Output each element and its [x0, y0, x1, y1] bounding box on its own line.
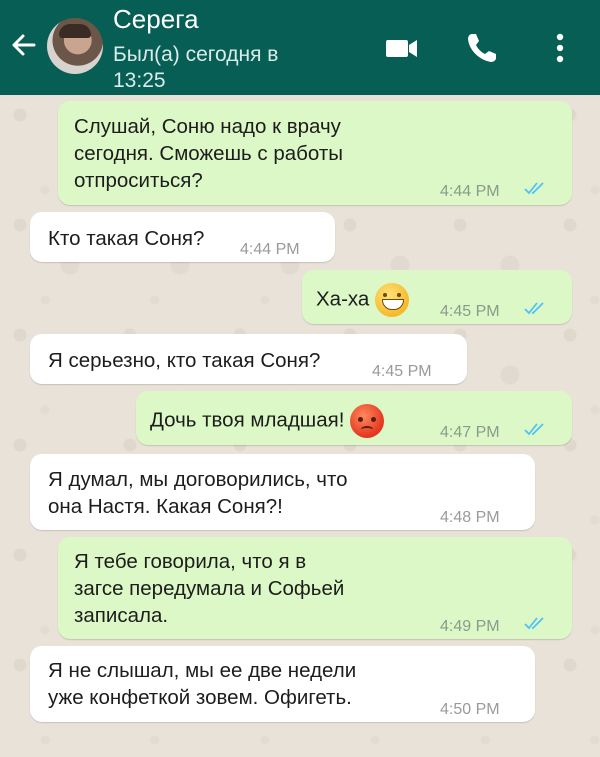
chat-header: Серега Был(а) сегодня в 13:25 [0, 0, 600, 95]
message-text: Слушай, Соню надо к врачу сегодня. Сможе… [74, 115, 343, 192]
message-time: 4:50 PM [440, 701, 500, 718]
phone-icon[interactable] [462, 28, 502, 68]
message-time: 4:49 PM [440, 618, 500, 635]
message-time: 4:44 PM [240, 241, 300, 258]
more-vert-icon[interactable] [540, 28, 580, 68]
message-text-content: Дочь твоя младшая! [150, 408, 345, 432]
message-bubble-outgoing[interactable]: Я тебе говорила, что я в загсе передумал… [58, 537, 572, 639]
avatar[interactable] [47, 18, 103, 74]
message-bubble-outgoing[interactable]: Слушай, Соню надо к врачу сегодня. Сможе… [58, 101, 572, 205]
video-call-icon[interactable] [382, 28, 422, 68]
message-text: Кто такая Соня? [48, 227, 205, 250]
message-time: 4:48 PM [440, 509, 500, 526]
message-text-content: Ха-ха [316, 287, 370, 311]
read-ticks-icon [524, 302, 544, 315]
message-time: 4:45 PM [440, 303, 500, 320]
message-bubble-incoming[interactable]: Я не слышал, мы ее две недели уже конфет… [30, 646, 535, 722]
message-text: Я серьезно, кто такая Соня? [48, 349, 321, 372]
message-text: Я тебе говорила, что я в загсе передумал… [74, 550, 345, 627]
message-bubble-incoming[interactable]: Я думал, мы договорились, что она Настя.… [30, 454, 535, 530]
message-time: 4:45 PM [372, 363, 432, 380]
message-time: 4:44 PM [440, 183, 500, 200]
contact-name[interactable]: Серега [113, 4, 199, 35]
message-text: Дочь твоя младшая! [150, 404, 385, 438]
back-arrow-icon[interactable] [6, 27, 42, 63]
message-bubble-incoming[interactable]: Кто такая Соня? 4:44 PM [30, 212, 335, 262]
message-text: Я думал, мы договорились, что она Настя.… [48, 468, 348, 518]
message-text: Ха-ха [316, 283, 410, 317]
message-bubble-outgoing[interactable]: Дочь твоя младшая! 4:47 PM [136, 391, 572, 445]
message-text: Я не слышал, мы ее две недели уже конфет… [48, 659, 357, 709]
angry-face-emoji-icon [350, 404, 385, 438]
message-bubble-incoming[interactable]: Я серьезно, кто такая Соня? 4:45 PM [30, 334, 467, 384]
read-ticks-icon [524, 617, 544, 630]
message-time: 4:47 PM [440, 424, 500, 441]
read-ticks-icon [524, 182, 544, 195]
last-seen-status: Был(а) сегодня в 13:25 [113, 43, 279, 92]
grinning-face-emoji-icon [375, 283, 410, 317]
message-bubble-outgoing[interactable]: Ха-ха 4:45 PM [302, 270, 572, 324]
read-ticks-icon [524, 423, 544, 436]
